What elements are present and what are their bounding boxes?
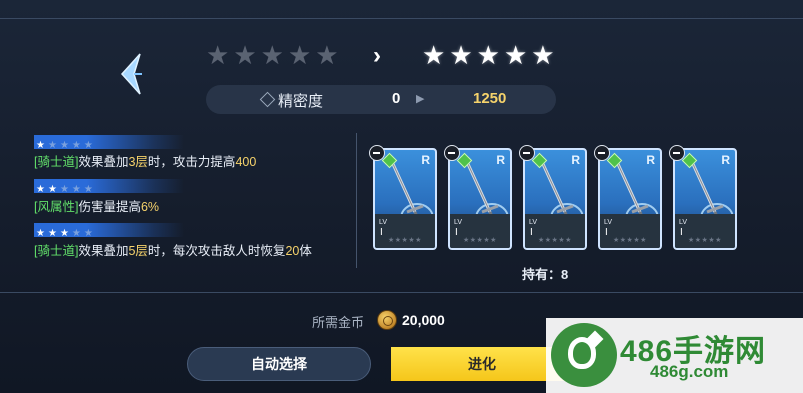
effect-text-part: [风属性] xyxy=(34,200,79,214)
star-icon: ★ xyxy=(71,140,82,151)
star-icon: ★ xyxy=(71,228,82,239)
current-star-rating: ★ ★ ★ ★ ★ xyxy=(206,40,339,70)
effect-text-part: 5层 xyxy=(128,244,148,258)
cost-value: 20,000 xyxy=(402,312,445,328)
chevron-left-icon xyxy=(120,53,142,95)
card-rank: R xyxy=(496,153,505,167)
effect-text-part: 6% xyxy=(140,200,160,214)
effect-description: [骑士道]效果叠加3层时，攻击力提高400 xyxy=(34,151,256,170)
star-icon: ★ xyxy=(59,228,70,239)
star-icon: ★ xyxy=(71,184,82,195)
effect-text-part: [骑士道] xyxy=(34,155,79,169)
effect-text-part: 体 xyxy=(299,244,312,258)
star-icon: ★ xyxy=(36,184,46,195)
effect-star-band: ★ ★ ★ ★ ★ xyxy=(34,135,184,151)
precision-next: 1250 xyxy=(473,90,507,107)
star-icon: ★ xyxy=(531,40,555,70)
effect-text-part: 400 xyxy=(235,155,257,169)
next-star-rating: ★ ★ ★ ★ ★ xyxy=(422,40,555,70)
effect-text-part: 20 xyxy=(285,244,300,258)
star-icon: ★ xyxy=(47,228,58,239)
star-icon: ★ xyxy=(503,40,528,70)
star-icon: ★ xyxy=(476,40,500,70)
effect-text-part: 时，攻击力提高 xyxy=(147,155,236,169)
card-level-label: LV xyxy=(679,219,688,226)
card-level-value: I xyxy=(605,227,608,238)
owned-count: 持有：8 xyxy=(522,267,569,282)
watermark-url: 486g.com xyxy=(650,362,729,381)
card-level-value: I xyxy=(530,227,533,238)
card-level-value: I xyxy=(680,227,683,238)
precision-label: 精密度 xyxy=(278,93,324,110)
precision-current: 0 xyxy=(392,90,401,107)
material-card[interactable]: R LV I ★★★★★ xyxy=(448,148,512,250)
auto-select-button[interactable]: 自动选择 xyxy=(187,347,371,381)
star-icon: ★ xyxy=(59,140,70,151)
watermark-logo xyxy=(551,323,617,387)
card-rank: R xyxy=(571,153,580,167)
effect-text-part: 效果叠加 xyxy=(78,244,129,258)
star-icon: ★ xyxy=(206,40,230,70)
effect-description: [骑士道]效果叠加5层时，每次攻击敌人时恢复20体 xyxy=(34,240,312,259)
card-rank: R xyxy=(721,153,730,167)
material-card[interactable]: R LV I ★★★★★ xyxy=(373,148,437,250)
card-star-row: ★★★★★ xyxy=(688,237,722,244)
star-icon: ★ xyxy=(260,40,284,70)
effect-text-part: 效果叠加 xyxy=(78,155,129,169)
card-level-label: LV xyxy=(604,219,613,226)
middle-divider xyxy=(0,292,803,293)
star-icon: ★ xyxy=(59,184,70,195)
card-star-row: ★★★★★ xyxy=(613,237,647,244)
card-level-value: I xyxy=(455,227,458,238)
star-icon: ★ xyxy=(83,184,94,195)
effect-text-part: 时，每次攻击敌人时恢复 xyxy=(147,244,286,258)
star-icon: ★ xyxy=(449,40,473,70)
star-icon: ★ xyxy=(47,184,58,195)
material-card[interactable]: R LV I ★★★★★ xyxy=(673,148,737,250)
material-card[interactable]: R LV I ★★★★★ xyxy=(598,148,662,250)
card-star-row: ★★★★★ xyxy=(388,237,422,244)
card-level-label: LV xyxy=(379,219,388,226)
play-arrow-icon: ▶ xyxy=(416,93,425,105)
cost-label: 所需金币 xyxy=(312,315,365,330)
effect-star-band: ★ ★ ★ ★ ★ xyxy=(34,179,184,195)
top-divider xyxy=(0,18,803,19)
back-button[interactable] xyxy=(110,48,154,100)
star-icon: ★ xyxy=(233,40,257,70)
upgrade-arrow-icon: › xyxy=(373,42,381,69)
star-icon: ★ xyxy=(47,140,58,151)
effect-text-part: 3层 xyxy=(128,155,148,169)
card-level-value: I xyxy=(380,227,383,238)
card-star-row: ★★★★★ xyxy=(463,237,497,244)
effect-star-band: ★ ★ ★ ★ ★ xyxy=(34,223,184,239)
star-icon: ★ xyxy=(287,40,312,70)
star-icon: ★ xyxy=(83,228,94,239)
card-level-label: LV xyxy=(454,219,463,226)
effect-text-part: [骑士道] xyxy=(34,244,79,258)
material-card[interactable]: R LV I ★★★★★ xyxy=(523,148,587,250)
card-rank: R xyxy=(421,153,430,167)
star-icon: ★ xyxy=(83,140,94,151)
card-rank: R xyxy=(646,153,655,167)
star-icon: ★ xyxy=(36,140,46,151)
vertical-divider xyxy=(356,133,357,268)
star-icon: ★ xyxy=(315,40,339,70)
gold-coin-icon xyxy=(377,310,397,330)
effect-description: [风属性]伤害量提高6% xyxy=(34,196,159,215)
card-level-label: LV xyxy=(529,219,538,226)
star-icon: ★ xyxy=(36,228,46,239)
effect-text-part: 伤害量提高 xyxy=(78,200,141,214)
card-star-row: ★★★★★ xyxy=(538,237,572,244)
star-icon: ★ xyxy=(422,40,446,70)
